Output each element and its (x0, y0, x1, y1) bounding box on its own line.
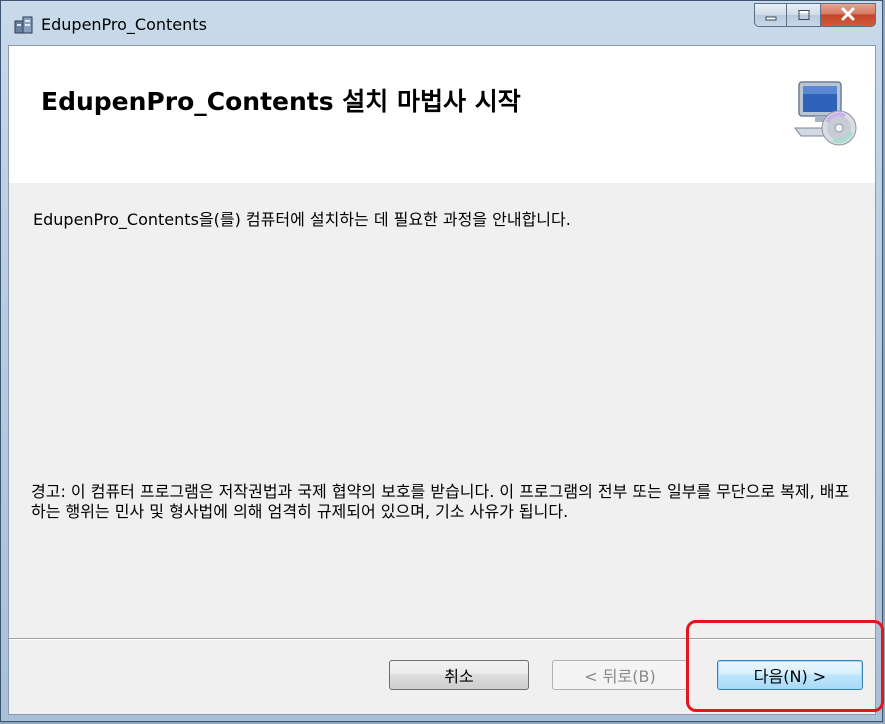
title-bar[interactable]: EdupenPro_Contents (1, 1, 882, 45)
wizard-title: EdupenPro_Contents 설치 마법사 시작 (41, 87, 521, 116)
banner-separator (9, 182, 875, 183)
cancel-button[interactable]: 취소 (389, 660, 529, 690)
installer-app-icon (13, 15, 35, 35)
close-button[interactable] (820, 3, 876, 27)
installer-window: EdupenPro_Contents EdupenPro_Contents 설치… (0, 0, 883, 722)
minimize-button[interactable] (754, 3, 786, 27)
window-title: EdupenPro_Contents (41, 15, 207, 34)
caption-buttons (754, 3, 876, 27)
computer-install-disc-icon (793, 76, 857, 152)
next-button[interactable]: 다음(N) > (717, 660, 863, 690)
button-area-divider-highlight (9, 639, 875, 640)
intro-text: EdupenPro_Contents을(를) 컴퓨터에 설치하는 데 필요한 과… (33, 210, 571, 229)
minimize-icon (764, 6, 778, 25)
copyright-warning-text: 경고: 이 컴퓨터 프로그램은 저작권법과 국제 협약의 보호를 받습니다. 이… (31, 482, 850, 521)
back-button[interactable]: < 뒤로(B) (552, 660, 688, 690)
dialog-client-area: EdupenPro_Contents 설치 마법사 시작 EdupenPro_C… (8, 45, 876, 715)
close-icon (840, 6, 856, 25)
maximize-icon (797, 6, 811, 25)
maximize-button[interactable] (786, 3, 820, 27)
wizard-banner: EdupenPro_Contents 설치 마법사 시작 (9, 46, 875, 183)
